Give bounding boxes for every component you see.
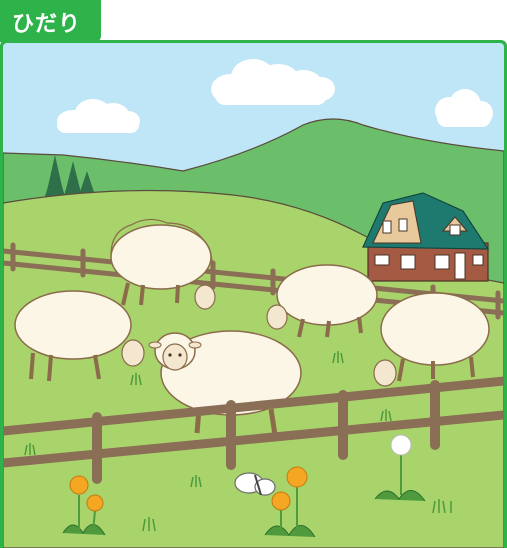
sheep: [373, 292, 490, 387]
title-tab: ひだり: [0, 0, 101, 42]
illustration-scene: [3, 43, 504, 548]
page-title: ひだり: [12, 12, 82, 37]
